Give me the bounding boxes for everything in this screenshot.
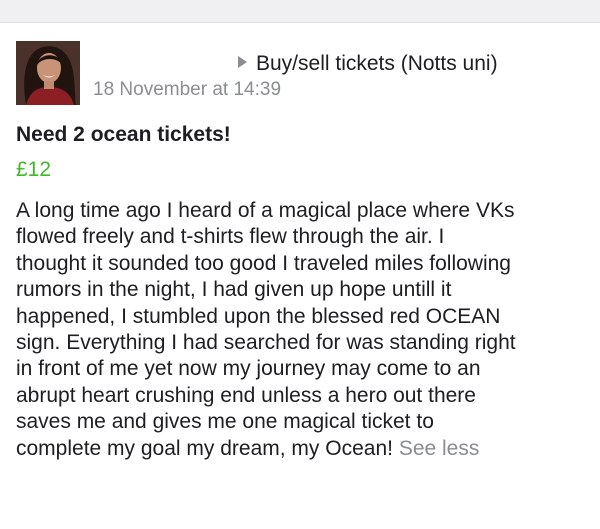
post-timestamp[interactable]: 18 November at 14:39 bbox=[93, 79, 281, 101]
marketplace-post: Buy/sell tickets (Notts uni) 18 November… bbox=[0, 23, 600, 529]
post-body-line: rumors in the night, I had given up hope… bbox=[16, 278, 452, 302]
post-body-line: happened, I stumbled upon the blessed re… bbox=[16, 304, 501, 328]
group-link[interactable]: Buy/sell tickets (Notts uni) bbox=[238, 52, 498, 76]
post-body-line: thought it sounded too good I traveled m… bbox=[16, 251, 511, 275]
avatar[interactable] bbox=[16, 41, 80, 105]
post-body: A long time ago I heard of a magical pla… bbox=[16, 198, 588, 462]
post-body-line: A long time ago I heard of a magical pla… bbox=[16, 199, 515, 222]
post-body-line: in front of me yet now my journey may co… bbox=[16, 357, 481, 381]
listing-price: £12 bbox=[16, 158, 52, 181]
post-body-last-line: complete my goal my dream, my Ocean! See… bbox=[16, 436, 588, 462]
post-body-line: abrupt heart crushing end unless a hero … bbox=[16, 383, 476, 407]
group-name[interactable]: Buy/sell tickets (Notts uni) bbox=[256, 52, 498, 75]
post-body-line: flowed freely and t-shirts flew through … bbox=[16, 225, 445, 249]
top-strip bbox=[0, 0, 600, 23]
listing-title: Need 2 ocean tickets! bbox=[16, 123, 231, 146]
see-less-link[interactable]: See less bbox=[399, 437, 480, 460]
post-body-line: complete my goal my dream, my Ocean! bbox=[16, 436, 393, 460]
post-body-line: sign. Everything I had searched for was … bbox=[16, 331, 516, 355]
triangle-right-icon bbox=[238, 56, 247, 68]
avatar-image bbox=[16, 41, 80, 105]
post-body-line: saves me and gives me one magical ticket… bbox=[16, 410, 434, 434]
